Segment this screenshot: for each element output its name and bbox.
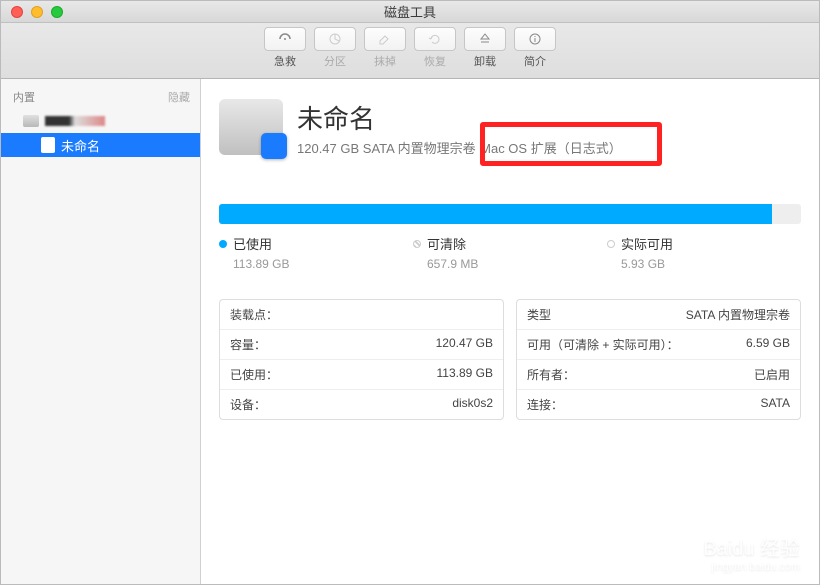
- dot-blue-icon: [219, 240, 227, 248]
- usage-bar: [219, 204, 801, 224]
- unmount-icon: [464, 27, 506, 51]
- watermark-url: jingyan.baidu.com: [703, 561, 800, 573]
- usage-bar-used: [219, 204, 772, 224]
- erase-button: 抹掉: [364, 27, 406, 69]
- info-icon: [514, 27, 556, 51]
- titlebar: 磁盘工具: [1, 1, 819, 23]
- sidebar: 内置 隐藏 未命名: [1, 79, 201, 584]
- sidebar-item-volume[interactable]: 未命名: [1, 133, 200, 157]
- unmount-button[interactable]: 卸载: [464, 27, 506, 69]
- volume-description-a: 120.47 GB SATA 内置物理宗卷: [297, 141, 476, 156]
- watermark-brand: Baidu 经验: [703, 538, 800, 560]
- dot-white-icon: [607, 240, 615, 248]
- partition-icon: [314, 27, 356, 51]
- sidebar-section-header: 内置 隐藏: [1, 85, 200, 109]
- legend-used: 已使用 113.89 GB: [219, 234, 413, 271]
- watermark: Baidu 经验 jingyan.baidu.com: [703, 532, 800, 573]
- disk-name-redacted: [45, 116, 105, 126]
- sidebar-section-label: 内置: [13, 89, 35, 105]
- hard-disk-icon: [23, 115, 39, 127]
- sidebar-item-disk[interactable]: [1, 109, 200, 133]
- legend-purgeable: 可清除 657.9 MB: [413, 234, 607, 271]
- erase-icon: [364, 27, 406, 51]
- window-title: 磁盘工具: [384, 2, 436, 21]
- first-aid-button[interactable]: 急救: [264, 27, 306, 69]
- info-button[interactable]: 简介: [514, 27, 556, 69]
- legend-free: 实际可用 5.93 GB: [607, 234, 801, 271]
- volume-description-b: Mac OS 扩展（日志式）: [480, 141, 622, 156]
- main-panel: 未命名 120.47 GB SATA 内置物理宗卷 Mac OS 扩展（日志式）…: [201, 79, 819, 584]
- minimize-button[interactable]: [31, 6, 43, 18]
- toolbar: 急救 分区 抹掉 恢复 卸载 简介: [1, 23, 819, 79]
- sidebar-hide-button[interactable]: 隐藏: [168, 89, 190, 105]
- first-aid-icon: [264, 27, 306, 51]
- sidebar-volume-label: 未命名: [61, 136, 100, 155]
- info-table-right: 类型SATA 内置物理宗卷 可用（可清除 + 实际可用）：6.59 GB 所有者…: [516, 299, 801, 420]
- restore-icon: [414, 27, 456, 51]
- volume-icon: [41, 137, 55, 153]
- volume-icon-large: [219, 99, 283, 155]
- content-area: 内置 隐藏 未命名 未命名 120.47 GB SATA 内置物理宗卷 Mac …: [1, 79, 819, 584]
- usage-legend: 已使用 113.89 GB 可清除 657.9 MB 实际可用 5.93 GB: [219, 234, 801, 271]
- traffic-lights: [1, 6, 63, 18]
- restore-button: 恢复: [414, 27, 456, 69]
- partition-button: 分区: [314, 27, 356, 69]
- close-button[interactable]: [11, 6, 23, 18]
- info-tables: 装载点： 容量：120.47 GB 已使用：113.89 GB 设备：disk0…: [219, 299, 801, 420]
- volume-header: 未命名 120.47 GB SATA 内置物理宗卷 Mac OS 扩展（日志式）: [219, 99, 801, 158]
- info-table-left: 装载点： 容量：120.47 GB 已使用：113.89 GB 设备：disk0…: [219, 299, 504, 420]
- zoom-button[interactable]: [51, 6, 63, 18]
- dot-stripe-icon: [413, 240, 421, 248]
- volume-name: 未命名: [297, 99, 801, 136]
- window: 磁盘工具 急救 分区 抹掉 恢复 卸载 简介 内置: [0, 0, 820, 585]
